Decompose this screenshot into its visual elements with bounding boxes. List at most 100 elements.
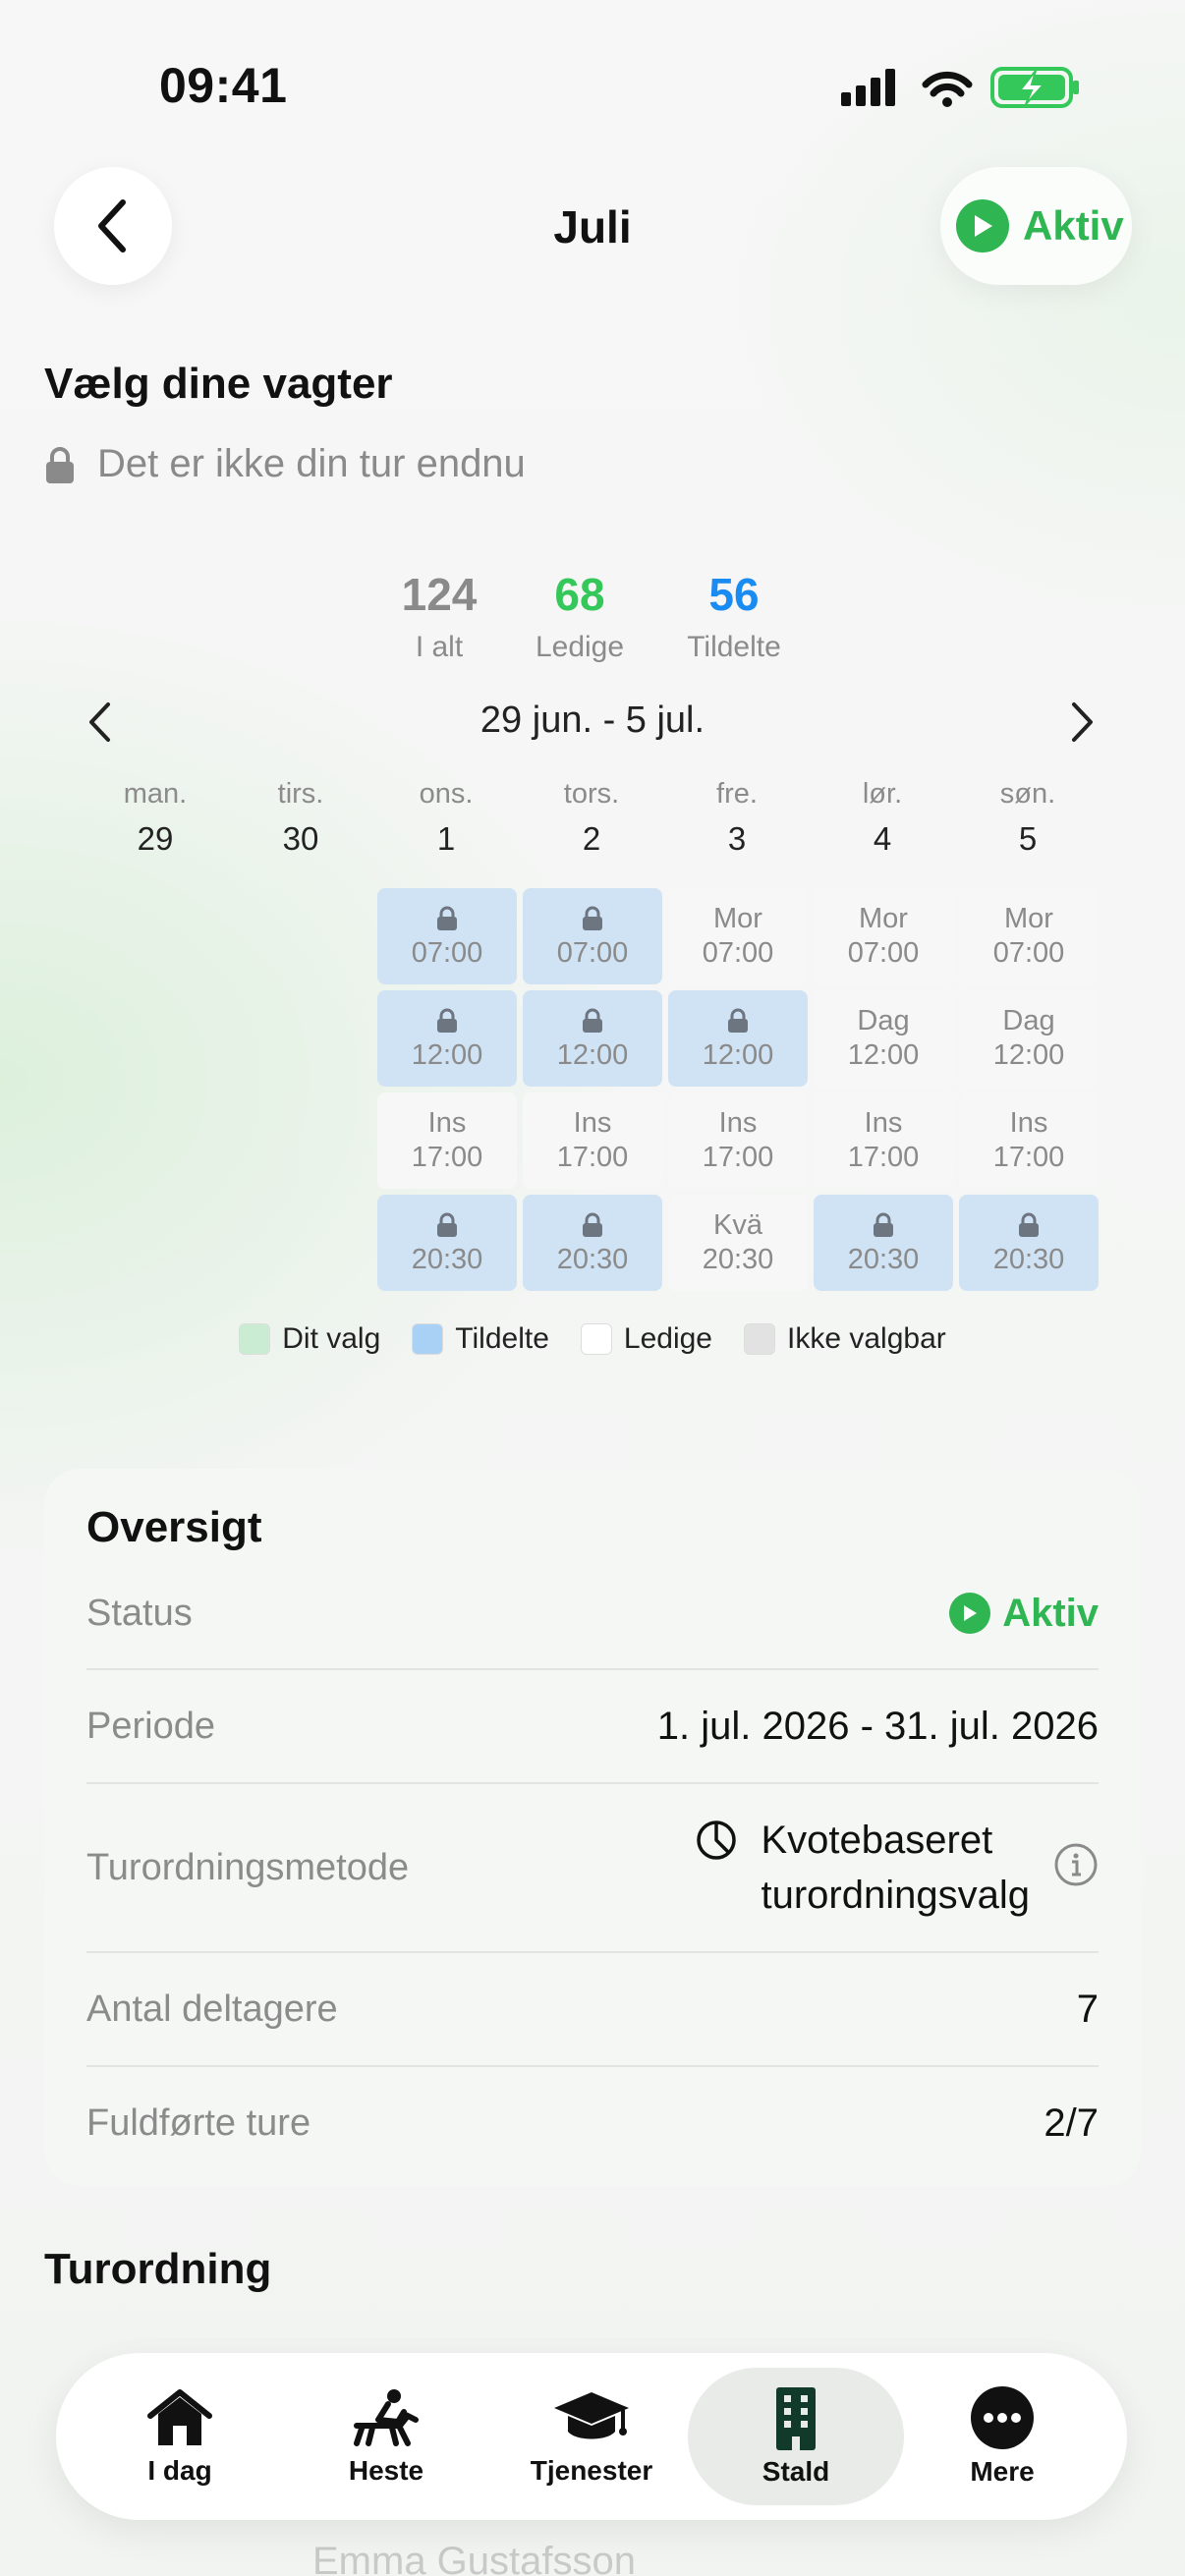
shift-time: 20:30 bbox=[702, 1244, 774, 1275]
shift-time: 17:00 bbox=[847, 1142, 920, 1173]
tab-heste[interactable]: Heste bbox=[278, 2368, 494, 2505]
shift-time: 12:00 bbox=[847, 1039, 920, 1071]
status-bar-icons bbox=[835, 63, 1081, 112]
lock-note-text: Det er ikke din tur endnu bbox=[97, 442, 526, 485]
shift-cell-locked[interactable]: 20:30 bbox=[523, 1195, 662, 1291]
shift-cell[interactable]: Ins 17:00 bbox=[523, 1092, 662, 1189]
shift-cell-locked[interactable]: 20:30 bbox=[959, 1195, 1099, 1291]
overview-row-status: Status Aktiv bbox=[86, 1558, 1099, 1670]
legend-label: Ikke valgbar bbox=[787, 1322, 946, 1355]
legend-item: Ledige bbox=[580, 1322, 712, 1356]
shift-cell[interactable]: Mor 07:00 bbox=[959, 888, 1099, 984]
shift-cell[interactable]: Dag 12:00 bbox=[814, 990, 953, 1087]
shift-cell[interactable]: Ins 17:00 bbox=[814, 1092, 953, 1189]
shift-cell[interactable]: Mor 07:00 bbox=[668, 888, 808, 984]
status-bar-time: 09:41 bbox=[159, 58, 288, 113]
shift-cell-locked[interactable]: 20:30 bbox=[377, 1195, 517, 1291]
tab-i-dag[interactable]: I dag bbox=[72, 2368, 288, 2505]
more-icon bbox=[971, 2386, 1034, 2449]
stat-free: 68 Ledige bbox=[501, 568, 658, 664]
day-name: man. bbox=[123, 778, 188, 810]
day-header: lør. 4 bbox=[814, 778, 951, 858]
shift-time: 07:00 bbox=[702, 937, 774, 969]
day-header: man. 29 bbox=[86, 778, 224, 858]
tab-mere[interactable]: Mere bbox=[894, 2368, 1110, 2505]
shift-label: Dag bbox=[857, 1005, 910, 1036]
shift-time: 12:00 bbox=[702, 1039, 774, 1071]
lock-icon bbox=[1019, 1212, 1039, 1237]
legend-swatch bbox=[580, 1323, 612, 1355]
tab-stald[interactable]: Stald bbox=[688, 2368, 904, 2505]
status-pill-label: Aktiv bbox=[1023, 202, 1124, 249]
shift-time: 07:00 bbox=[556, 937, 629, 969]
shift-time: 17:00 bbox=[556, 1142, 629, 1173]
lock-note: Det er ikke din tur endnu bbox=[44, 442, 526, 486]
legend-item: Ikke valgbar bbox=[744, 1322, 946, 1356]
day-name: tors. bbox=[563, 778, 620, 810]
shift-label: Ins bbox=[864, 1107, 903, 1139]
method-line-2: turordningsvalg bbox=[761, 1874, 1031, 1917]
shift-cell-locked[interactable]: 07:00 bbox=[377, 888, 517, 984]
stat-total-value: 124 bbox=[401, 569, 478, 620]
status-pill[interactable]: Aktiv bbox=[940, 167, 1132, 285]
row-label: Turordningsmetode bbox=[86, 1846, 410, 1888]
tab-label: I dag bbox=[147, 2455, 212, 2486]
tab-label: Mere bbox=[970, 2456, 1035, 2487]
tab-label: Heste bbox=[348, 2455, 424, 2486]
stat-free-label: Ledige bbox=[535, 631, 625, 663]
legend-label: Dit valg bbox=[282, 1322, 381, 1355]
legend-swatch bbox=[744, 1323, 775, 1355]
shift-cell[interactable]: Kvä 20:30 bbox=[668, 1195, 808, 1291]
tab-tjenester[interactable]: Tjenester bbox=[483, 2368, 700, 2505]
tab-label: Tjenester bbox=[530, 2455, 653, 2486]
shift-cell-locked[interactable]: 07:00 bbox=[523, 888, 662, 984]
shift-time: 07:00 bbox=[992, 937, 1065, 969]
shift-label: Mor bbox=[713, 903, 762, 934]
row-label: Antal deltagere bbox=[86, 1988, 338, 2030]
shift-label: Ins bbox=[1009, 1107, 1048, 1139]
legend-label: Ledige bbox=[623, 1322, 712, 1355]
lock-icon bbox=[583, 906, 602, 930]
day-number: 1 bbox=[436, 820, 456, 857]
shift-cell-locked[interactable]: 12:00 bbox=[523, 990, 662, 1087]
overview-row-participants: Antal deltagere 7 bbox=[86, 1953, 1099, 2067]
next-week-button[interactable] bbox=[1058, 698, 1107, 747]
shift-cell[interactable]: Ins 17:00 bbox=[668, 1092, 808, 1189]
shift-label: Mor bbox=[1004, 903, 1053, 934]
shift-label: Kvä bbox=[713, 1209, 762, 1241]
stat-total: 124 I alt bbox=[361, 568, 518, 664]
shift-time: 20:30 bbox=[411, 1244, 483, 1275]
tab-label: Stald bbox=[762, 2456, 830, 2487]
day-header: søn. 5 bbox=[959, 778, 1097, 858]
legend-item: Dit valg bbox=[239, 1322, 380, 1356]
lock-icon bbox=[46, 446, 74, 483]
info-icon[interactable] bbox=[1053, 1842, 1099, 1887]
legend-swatch bbox=[239, 1323, 271, 1355]
shift-cell[interactable]: Dag 12:00 bbox=[959, 990, 1099, 1087]
shift-time: 17:00 bbox=[702, 1142, 774, 1173]
shift-cell-locked[interactable]: 12:00 bbox=[377, 990, 517, 1087]
building-icon bbox=[776, 2387, 816, 2450]
shift-cell[interactable]: Ins 17:00 bbox=[959, 1092, 1099, 1189]
shift-label: Ins bbox=[573, 1107, 612, 1139]
shift-cell-locked[interactable]: 12:00 bbox=[668, 990, 808, 1087]
horse-rider-icon bbox=[354, 2389, 419, 2446]
shift-cell-locked[interactable]: 20:30 bbox=[814, 1195, 953, 1291]
lock-icon bbox=[583, 1008, 602, 1033]
lock-icon bbox=[437, 1212, 457, 1237]
day-name: ons. bbox=[419, 778, 474, 810]
shift-cell[interactable]: Ins 17:00 bbox=[377, 1092, 517, 1189]
pie-chart-icon bbox=[696, 1820, 736, 1860]
legend-item: Tildelte bbox=[412, 1322, 549, 1356]
lock-icon bbox=[874, 1212, 893, 1237]
shift-time: 07:00 bbox=[411, 937, 483, 969]
shift-time: 12:00 bbox=[411, 1039, 483, 1071]
day-name: søn. bbox=[999, 778, 1056, 810]
shift-time: 20:30 bbox=[556, 1244, 629, 1275]
method-value: Kvotebaseret turordningsvalg bbox=[695, 1813, 1100, 1923]
shift-cell[interactable]: Mor 07:00 bbox=[814, 888, 953, 984]
lock-icon bbox=[437, 1008, 457, 1033]
stat-total-label: I alt bbox=[415, 631, 464, 663]
day-number: 5 bbox=[1018, 820, 1038, 857]
legend: Dit valg Tildelte Ledige Ikke valgbar bbox=[0, 1322, 1185, 1356]
